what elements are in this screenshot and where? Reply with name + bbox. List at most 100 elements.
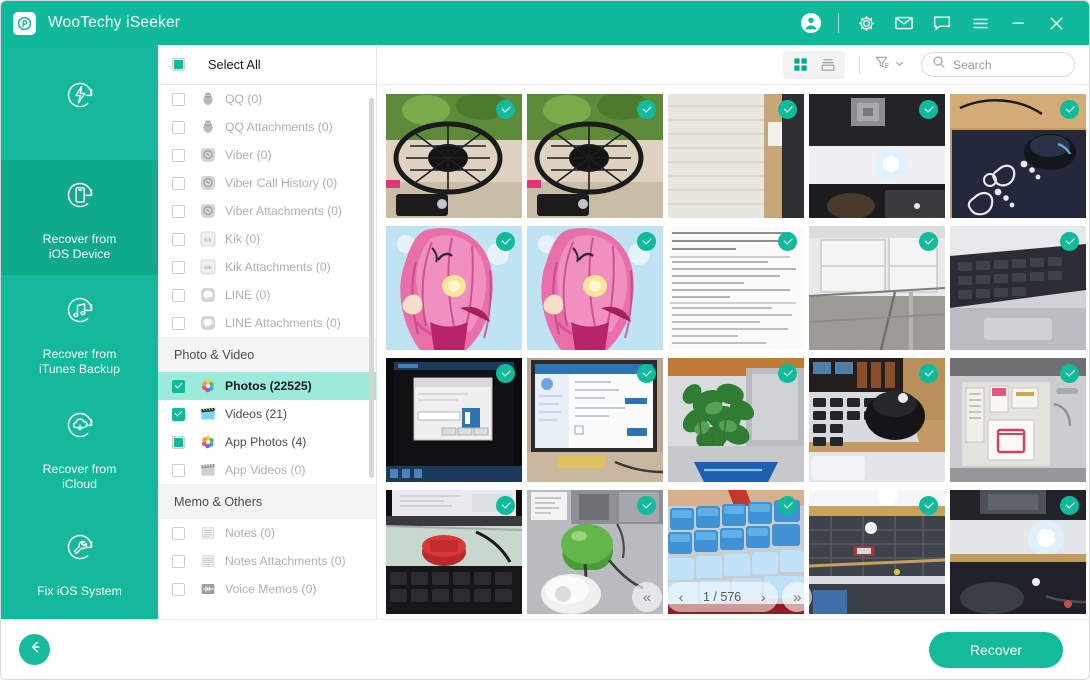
thumb-selected-badge[interactable] bbox=[919, 100, 938, 119]
first-page-button[interactable]: « bbox=[632, 582, 662, 612]
row-checkbox[interactable] bbox=[172, 260, 185, 274]
prev-page-button[interactable]: ‹ bbox=[668, 584, 694, 610]
row-checkbox[interactable] bbox=[172, 204, 185, 218]
list-item-kik-attachments[interactable]: kik Kik Attachments (0) bbox=[158, 253, 376, 281]
mail-icon[interactable] bbox=[885, 4, 923, 42]
list-item-notes-attachments[interactable]: Notes Attachments (0) bbox=[158, 547, 376, 575]
account-icon[interactable] bbox=[792, 4, 830, 42]
thumb-selected-badge[interactable] bbox=[637, 496, 656, 515]
thumb-anime-girl-1[interactable] bbox=[386, 226, 522, 350]
thumb-selected-badge[interactable] bbox=[778, 496, 797, 515]
list-item-line[interactable]: LINE (0) bbox=[158, 281, 376, 309]
minimize-icon[interactable] bbox=[999, 4, 1037, 42]
list-item-photos[interactable]: Photos (22525) bbox=[158, 372, 376, 400]
thumbnail-grid-area[interactable]: « ‹ 1 / 576 › » bbox=[377, 85, 1089, 619]
thumb-selected-badge[interactable] bbox=[1060, 232, 1079, 251]
filter-button[interactable] bbox=[874, 54, 905, 76]
thumb-selected-badge[interactable] bbox=[496, 496, 515, 515]
search-input[interactable] bbox=[953, 57, 1064, 72]
thumb-selected-badge[interactable] bbox=[919, 496, 938, 515]
thumb-sim-cards[interactable] bbox=[950, 358, 1086, 482]
thumb-red-device[interactable] bbox=[386, 490, 522, 614]
row-checkbox[interactable] bbox=[172, 92, 185, 106]
list-item-viber[interactable]: Viber (0) bbox=[158, 141, 376, 169]
thumb-green-plant[interactable] bbox=[668, 358, 804, 482]
row-checkbox[interactable] bbox=[172, 463, 185, 477]
select-all-row[interactable]: Select All bbox=[158, 45, 376, 85]
row-checkbox[interactable] bbox=[172, 582, 185, 596]
thumb-selected-badge[interactable] bbox=[919, 364, 938, 383]
grid-view-icon[interactable] bbox=[786, 54, 814, 76]
row-checkbox[interactable] bbox=[172, 120, 185, 134]
list-item-kik[interactable]: kik Kik (0) bbox=[158, 225, 376, 253]
thumb-selected-badge[interactable] bbox=[496, 100, 515, 119]
thumb-selected-badge[interactable] bbox=[496, 364, 515, 383]
thumb-selected-badge[interactable] bbox=[496, 232, 515, 251]
thumb-selected-badge[interactable] bbox=[637, 232, 656, 251]
thumb-ceiling-window[interactable] bbox=[809, 490, 945, 614]
row-checkbox[interactable] bbox=[172, 379, 185, 393]
list-item-qq[interactable]: QQ (0) bbox=[158, 85, 376, 113]
sidebar-item-smart-recovery[interactable] bbox=[1, 45, 158, 160]
next-page-button[interactable]: › bbox=[750, 584, 776, 610]
list-view-icon[interactable] bbox=[814, 54, 842, 76]
thumb-selected-badge[interactable] bbox=[1060, 364, 1079, 383]
thumb-monitor-settings[interactable] bbox=[527, 358, 663, 482]
thumb-selected-badge[interactable] bbox=[778, 364, 797, 383]
file-list-scrollbar[interactable] bbox=[369, 98, 374, 478]
row-checkbox[interactable] bbox=[172, 148, 185, 162]
last-page-button[interactable]: » bbox=[782, 582, 813, 612]
thumb-laptop-keyboard[interactable] bbox=[950, 226, 1086, 350]
list-item-line-attachments[interactable]: LINE Attachments (0) bbox=[158, 309, 376, 337]
row-checkbox[interactable] bbox=[172, 435, 185, 449]
thumb-monitor-dialog[interactable] bbox=[386, 358, 522, 482]
feedback-icon[interactable] bbox=[923, 4, 961, 42]
thumb-office-shelf[interactable] bbox=[809, 226, 945, 350]
pagination-control: « ‹ 1 / 576 › » bbox=[632, 582, 813, 612]
list-item-app-videos[interactable]: App Videos (0) bbox=[158, 456, 376, 484]
thumb-selected-badge[interactable] bbox=[1060, 100, 1079, 119]
close-icon[interactable] bbox=[1037, 4, 1075, 42]
sidebar-item-itunes-backup[interactable]: Recover from iTunes Backup bbox=[1, 275, 158, 390]
thumb-text-document[interactable] bbox=[668, 226, 804, 350]
row-checkbox[interactable] bbox=[172, 176, 185, 190]
row-checkbox[interactable] bbox=[172, 554, 185, 568]
row-checkbox[interactable] bbox=[172, 526, 185, 540]
search-box[interactable] bbox=[921, 52, 1075, 77]
thumb-selected-badge[interactable] bbox=[637, 364, 656, 383]
list-item-viber-call-history[interactable]: Viber Call History (0) bbox=[158, 169, 376, 197]
row-checkbox[interactable] bbox=[172, 232, 185, 246]
thumb-desk-lamp-glow[interactable] bbox=[950, 490, 1086, 614]
thumb-notebook-paper[interactable] bbox=[668, 94, 804, 218]
list-item-notes[interactable]: Notes (0) bbox=[158, 519, 376, 547]
sidebar-item-fix-ios-system[interactable]: Fix iOS System bbox=[1, 504, 158, 619]
list-item-qq-attachments[interactable]: QQ Attachments (0) bbox=[158, 113, 376, 141]
sidebar-item-icloud[interactable]: Recover from iCloud bbox=[1, 389, 158, 504]
thumb-selected-badge[interactable] bbox=[778, 100, 797, 119]
thumb-office-light[interactable] bbox=[809, 94, 945, 218]
list-item-label: App Photos (4) bbox=[225, 435, 307, 449]
thumb-anime-girl-2[interactable] bbox=[527, 226, 663, 350]
thumb-mousepad[interactable] bbox=[950, 94, 1086, 218]
back-button[interactable] bbox=[19, 634, 50, 665]
thumb-desk-fan-2[interactable] bbox=[527, 94, 663, 218]
thumb-selected-badge[interactable] bbox=[778, 232, 797, 251]
list-item-viber-attachments[interactable]: Viber Attachments (0) bbox=[158, 197, 376, 225]
row-checkbox[interactable] bbox=[172, 407, 185, 421]
file-list-scroll-area[interactable]: QQ (0) QQ Attachments (0) Viber (0) Vibe… bbox=[158, 85, 376, 619]
recover-button[interactable]: Recover bbox=[929, 631, 1063, 668]
row-checkbox[interactable] bbox=[172, 316, 185, 330]
list-item-videos[interactable]: Videos (21) bbox=[158, 400, 376, 428]
row-checkbox[interactable] bbox=[172, 288, 185, 302]
list-item-app-photos[interactable]: App Photos (4) bbox=[158, 428, 376, 456]
thumb-selected-badge[interactable] bbox=[919, 232, 938, 251]
select-all-checkbox[interactable] bbox=[172, 58, 185, 71]
menu-icon[interactable] bbox=[961, 4, 999, 42]
list-item-voice-memos[interactable]: Voice Memos (0) bbox=[158, 575, 376, 603]
thumb-desk-fan-1[interactable] bbox=[386, 94, 522, 218]
thumb-selected-badge[interactable] bbox=[1060, 496, 1079, 515]
thumb-selected-badge[interactable] bbox=[637, 100, 656, 119]
thumb-mouse-laptop[interactable] bbox=[809, 358, 945, 482]
gear-icon[interactable] bbox=[847, 4, 885, 42]
sidebar-item-ios-device[interactable]: Recover from iOS Device bbox=[1, 159, 158, 275]
